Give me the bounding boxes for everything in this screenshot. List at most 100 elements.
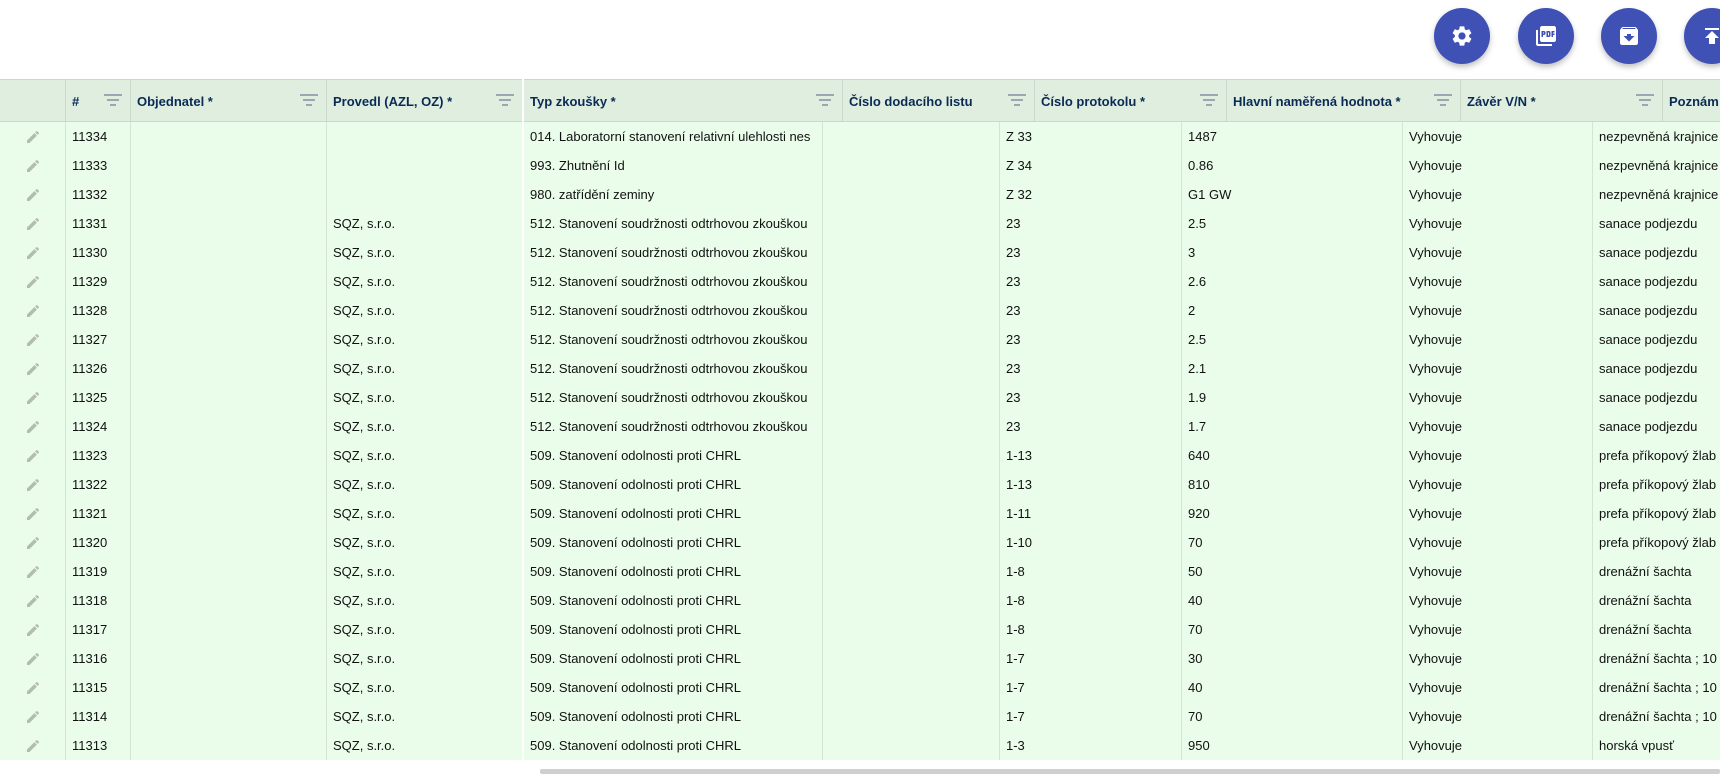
- edit-row-button[interactable]: [0, 325, 66, 354]
- cell-provedl[interactable]: SQZ, s.r.o.: [327, 441, 523, 470]
- cell-id[interactable]: 11317: [66, 615, 131, 644]
- cell-zaver[interactable]: Vyhovuje: [1403, 673, 1593, 702]
- cell-provedl[interactable]: SQZ, s.r.o.: [327, 528, 523, 557]
- edit-row-button[interactable]: [0, 151, 66, 180]
- cell-objednatel[interactable]: [131, 180, 327, 209]
- cell-objednatel[interactable]: [131, 151, 327, 180]
- cell-hodnota[interactable]: 2.5: [1182, 209, 1403, 238]
- table-row[interactable]: 11325 SQZ, s.r.o. 512. Stanovení soudržnos…: [0, 383, 1720, 412]
- cell-provedl[interactable]: [327, 180, 523, 209]
- settings-button[interactable]: [1434, 8, 1490, 64]
- edit-row-button[interactable]: [0, 267, 66, 296]
- edit-row-button[interactable]: [0, 586, 66, 615]
- edit-row-button[interactable]: [0, 499, 66, 528]
- cell-protokol[interactable]: 1-11: [1000, 499, 1182, 528]
- cell-zaver[interactable]: Vyhovuje: [1403, 267, 1593, 296]
- cell-typ[interactable]: 509. Stanovení odolnosti proti CHRL: [524, 615, 823, 644]
- table-row[interactable]: 11315 SQZ, s.r.o. 509. Stanovení odolnosti…: [0, 673, 1720, 702]
- cell-id[interactable]: 11331: [66, 209, 131, 238]
- edit-row-button[interactable]: [0, 528, 66, 557]
- cell-dodaci[interactable]: [823, 586, 1000, 615]
- cell-typ[interactable]: 512. Stanovení soudržnosti odtrhovou zko…: [524, 296, 823, 325]
- cell-poznamka[interactable]: drenážní šachta ; 10: [1593, 673, 1720, 702]
- cell-hodnota[interactable]: 1487: [1182, 122, 1403, 151]
- filter-icon[interactable]: [816, 93, 834, 107]
- table-row[interactable]: 11316 SQZ, s.r.o. 509. Stanovení odolnosti…: [0, 644, 1720, 673]
- cell-hodnota[interactable]: 30: [1182, 644, 1403, 673]
- cell-objednatel[interactable]: [131, 731, 327, 760]
- table-row[interactable]: 11322 SQZ, s.r.o. 509. Stanovení odolnosti…: [0, 470, 1720, 499]
- cell-typ[interactable]: 512. Stanovení soudržnosti odtrhovou zko…: [524, 412, 823, 441]
- cell-poznamka[interactable]: drenážní šachta ; 10: [1593, 702, 1720, 731]
- cell-dodaci[interactable]: [823, 325, 1000, 354]
- cell-zaver[interactable]: Vyhovuje: [1403, 557, 1593, 586]
- cell-protokol[interactable]: 1-8: [1000, 557, 1182, 586]
- cell-hodnota[interactable]: 0.86: [1182, 151, 1403, 180]
- cell-id[interactable]: 11333: [66, 151, 131, 180]
- cell-dodaci[interactable]: [823, 383, 1000, 412]
- table-row[interactable]: 11321 SQZ, s.r.o. 509. Stanovení odolnosti…: [0, 499, 1720, 528]
- cell-provedl[interactable]: SQZ, s.r.o.: [327, 412, 523, 441]
- edit-row-button[interactable]: [0, 470, 66, 499]
- cell-objednatel[interactable]: [131, 412, 327, 441]
- cell-zaver[interactable]: Vyhovuje: [1403, 383, 1593, 412]
- cell-zaver[interactable]: Vyhovuje: [1403, 644, 1593, 673]
- cell-typ[interactable]: 512. Stanovení soudržnosti odtrhovou zko…: [524, 238, 823, 267]
- table-row[interactable]: 11333 993. Zhutnění Id Z 34 0.86 Vyhovuje nez…: [0, 151, 1720, 180]
- cell-zaver[interactable]: Vyhovuje: [1403, 325, 1593, 354]
- cell-protokol[interactable]: 23: [1000, 296, 1182, 325]
- cell-id[interactable]: 11330: [66, 238, 131, 267]
- cell-dodaci[interactable]: [823, 296, 1000, 325]
- archive-download-button[interactable]: [1601, 8, 1657, 64]
- cell-provedl[interactable]: SQZ, s.r.o.: [327, 470, 523, 499]
- edit-row-button[interactable]: [0, 354, 66, 383]
- cell-objednatel[interactable]: [131, 702, 327, 731]
- cell-typ[interactable]: 993. Zhutnění Id: [524, 151, 823, 180]
- cell-provedl[interactable]: SQZ, s.r.o.: [327, 644, 523, 673]
- table-row[interactable]: 11327 SQZ, s.r.o. 512. Stanovení soudržnos…: [0, 325, 1720, 354]
- cell-typ[interactable]: 512. Stanovení soudržnosti odtrhovou zko…: [524, 383, 823, 412]
- edit-row-button[interactable]: [0, 238, 66, 267]
- cell-objednatel[interactable]: [131, 209, 327, 238]
- filter-icon[interactable]: [300, 93, 318, 107]
- cell-id[interactable]: 11328: [66, 296, 131, 325]
- filter-icon[interactable]: [1434, 93, 1452, 107]
- cell-protokol[interactable]: 23: [1000, 238, 1182, 267]
- cell-typ[interactable]: 509. Stanovení odolnosti proti CHRL: [524, 673, 823, 702]
- cell-id[interactable]: 11329: [66, 267, 131, 296]
- cell-poznamka[interactable]: nezpevněná krajnice: [1593, 180, 1720, 209]
- cell-protokol[interactable]: 1-13: [1000, 470, 1182, 499]
- cell-provedl[interactable]: SQZ, s.r.o.: [327, 586, 523, 615]
- cell-typ[interactable]: 509. Stanovení odolnosti proti CHRL: [524, 470, 823, 499]
- cell-hodnota[interactable]: 2.5: [1182, 325, 1403, 354]
- cell-hodnota[interactable]: 950: [1182, 731, 1403, 760]
- cell-provedl[interactable]: SQZ, s.r.o.: [327, 238, 523, 267]
- cell-poznamka[interactable]: sanace podjezdu: [1593, 296, 1720, 325]
- cell-objednatel[interactable]: [131, 296, 327, 325]
- column-header-id[interactable]: #: [66, 80, 131, 122]
- cell-provedl[interactable]: SQZ, s.r.o.: [327, 702, 523, 731]
- cell-protokol[interactable]: Z 34: [1000, 151, 1182, 180]
- cell-zaver[interactable]: Vyhovuje: [1403, 586, 1593, 615]
- cell-typ[interactable]: 509. Stanovení odolnosti proti CHRL: [524, 441, 823, 470]
- table-row[interactable]: 11332 980. zatřídění zeminy Z 32 G1 GW Vyhov…: [0, 180, 1720, 209]
- column-header-protokol[interactable]: Číslo protokolu *: [1035, 80, 1227, 122]
- cell-hodnota[interactable]: 2: [1182, 296, 1403, 325]
- cell-hodnota[interactable]: 70: [1182, 702, 1403, 731]
- cell-hodnota[interactable]: 70: [1182, 528, 1403, 557]
- cell-id[interactable]: 11323: [66, 441, 131, 470]
- cell-poznamka[interactable]: sanace podjezdu: [1593, 412, 1720, 441]
- cell-dodaci[interactable]: [823, 731, 1000, 760]
- cell-zaver[interactable]: Vyhovuje: [1403, 180, 1593, 209]
- table-row[interactable]: 11319 SQZ, s.r.o. 509. Stanovení odolnosti…: [0, 557, 1720, 586]
- edit-row-button[interactable]: [0, 209, 66, 238]
- edit-row-button[interactable]: [0, 412, 66, 441]
- cell-dodaci[interactable]: [823, 267, 1000, 296]
- cell-id[interactable]: 11326: [66, 354, 131, 383]
- cell-protokol[interactable]: Z 32: [1000, 180, 1182, 209]
- cell-objednatel[interactable]: [131, 238, 327, 267]
- cell-protokol[interactable]: 23: [1000, 209, 1182, 238]
- cell-id[interactable]: 11332: [66, 180, 131, 209]
- edit-row-button[interactable]: [0, 383, 66, 412]
- cell-typ[interactable]: 014. Laboratorní stanovení relativní ule…: [524, 122, 823, 151]
